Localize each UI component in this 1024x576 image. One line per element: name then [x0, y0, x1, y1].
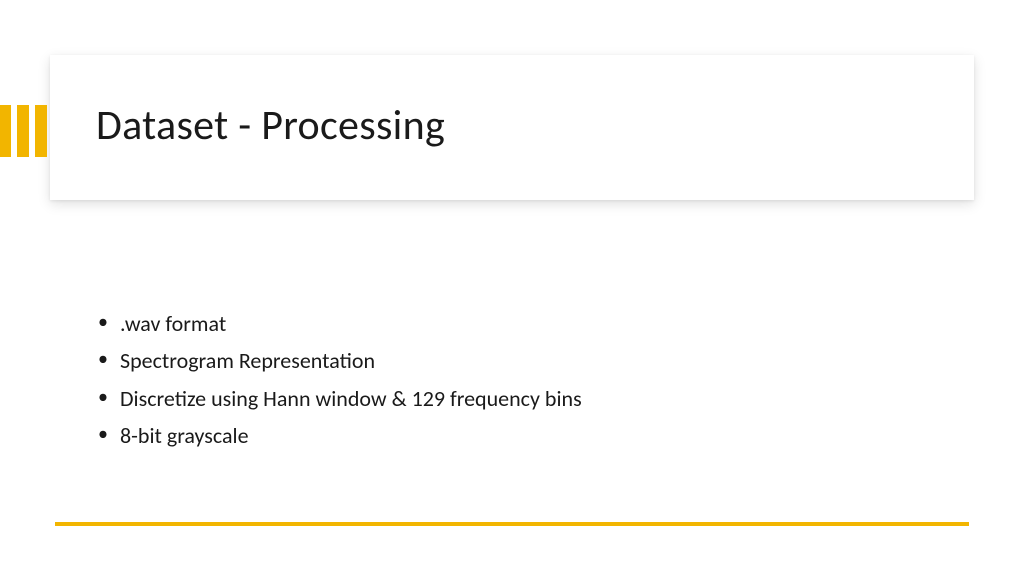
bullet-item: .wav format: [96, 305, 964, 342]
accent-bar: [17, 105, 29, 157]
accent-bar: [35, 105, 47, 157]
bullet-item: Discretize using Hann window & 129 frequ…: [96, 380, 964, 417]
bullet-item: Spectrogram Representation: [96, 342, 964, 379]
accent-bar: [0, 105, 11, 157]
bottom-rule: [55, 522, 969, 526]
content-list: .wav format Spectrogram Representation D…: [96, 305, 964, 455]
accent-bars: [0, 105, 47, 157]
bullet-item: 8-bit grayscale: [96, 417, 964, 454]
slide-title: Dataset - Processing: [96, 100, 445, 151]
